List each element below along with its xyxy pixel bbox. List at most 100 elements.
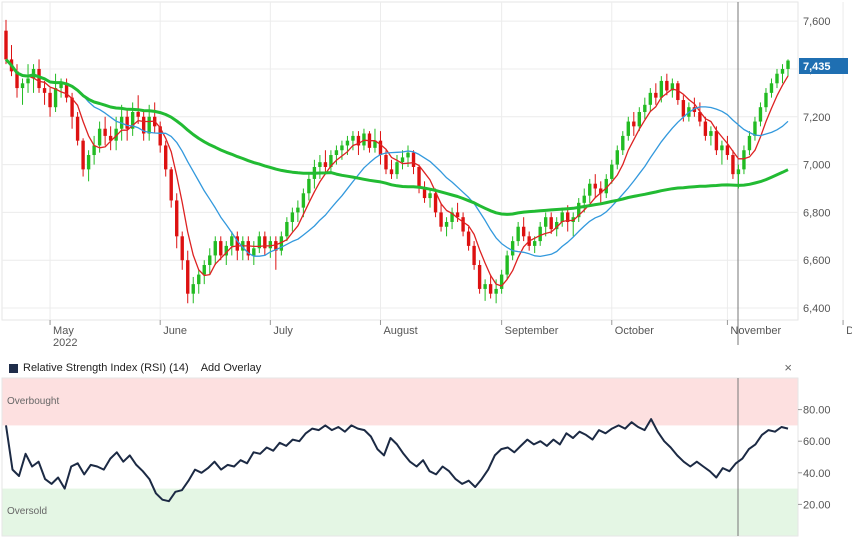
- rsi-chart: 80.00 60.00 40.00 20.00: [1, 377, 831, 537]
- candle-body: [505, 255, 509, 275]
- candle-body: [582, 195, 586, 203]
- candle-body: [169, 169, 173, 201]
- x-tick-label: June: [163, 325, 187, 337]
- candle-body: [714, 131, 719, 151]
- candle-body: [433, 193, 438, 213]
- candle-body: [703, 121, 708, 136]
- rsi-y-tick-label: 20.00: [803, 499, 831, 511]
- candle-body: [758, 107, 763, 122]
- candle-body: [362, 133, 366, 146]
- candle-body: [621, 135, 625, 151]
- candle-body: [725, 145, 730, 156]
- candle-body: [92, 145, 96, 156]
- rsi-y-tick-label: 80.00: [803, 405, 831, 417]
- candle-body: [417, 166, 421, 189]
- candle-body: [400, 157, 405, 163]
- candle-body: [175, 200, 179, 237]
- candle-body: [136, 111, 140, 117]
- candle-body: [461, 217, 465, 232]
- candle-body: [103, 128, 107, 136]
- candle-body: [444, 221, 449, 227]
- candle-body: [665, 80, 669, 91]
- candle-body: [615, 150, 619, 165]
- candle-body: [345, 140, 350, 146]
- candle-body: [351, 135, 355, 141]
- candle-body: [494, 288, 498, 294]
- candle-body: [560, 212, 564, 222]
- candle-body: [422, 188, 427, 199]
- candle-body: [769, 83, 774, 93]
- candle-body: [731, 155, 735, 175]
- candle-body: [593, 183, 597, 189]
- candle-body: [632, 121, 636, 127]
- rsi-y-axis: 80.00 60.00 40.00 20.00: [798, 405, 831, 511]
- candle-body: [543, 217, 548, 227]
- candle-body: [230, 236, 234, 246]
- candle-body: [334, 150, 339, 156]
- candle-body: [775, 73, 779, 84]
- candle-body: [786, 60, 790, 69]
- candle-body: [202, 265, 206, 275]
- candle-body: [659, 80, 664, 98]
- candle-body: [742, 150, 746, 170]
- rsi-y-tick-label: 40.00: [803, 468, 831, 480]
- overbought-zone: [2, 378, 798, 426]
- candle-body: [53, 88, 58, 108]
- candle-body: [180, 236, 184, 261]
- candle-body: [466, 231, 471, 246]
- price-y-tick-label: 7,600: [803, 16, 831, 28]
- price-chart: 7,6007,4007,2007,0006,8006,6006,400 May2…: [1, 1, 852, 349]
- price-y-tick-label: 6,800: [803, 207, 831, 219]
- candle-body: [538, 226, 542, 242]
- candle-body: [588, 183, 592, 196]
- candle-body: [720, 145, 724, 151]
- price-y-tick-label: 6,400: [803, 303, 831, 315]
- candle-body: [186, 260, 190, 294]
- candle-body: [290, 212, 295, 222]
- candle-body: [648, 92, 653, 105]
- price-y-tick-label: 6,600: [803, 255, 831, 267]
- price-x-axis: May2022 June July August September October Nov…: [49, 320, 852, 349]
- rsi-y-tick-label: 60.00: [803, 436, 831, 448]
- candle-body: [681, 100, 686, 117]
- x-tick-year-label: 2022: [53, 337, 77, 349]
- candle-body: [318, 162, 322, 167]
- candle-body: [378, 140, 383, 156]
- candle-body: [20, 83, 25, 89]
- candle-body: [340, 145, 344, 151]
- candle-body: [252, 248, 256, 256]
- price-plot-area: [1, 1, 799, 321]
- candle-body: [516, 226, 520, 242]
- candle-body: [428, 193, 432, 199]
- candle-body: [709, 131, 713, 136]
- candle-body: [499, 274, 504, 289]
- candle-body: [48, 92, 52, 108]
- candle-body: [268, 241, 273, 249]
- candle-body: [510, 241, 515, 256]
- candle-body: [477, 265, 482, 289]
- x-tick-label: May: [53, 325, 74, 337]
- oversold-zone: [2, 488, 798, 536]
- candle-body: [488, 284, 493, 294]
- candle-body: [384, 155, 388, 170]
- candle-body: [219, 241, 223, 256]
- candle-body: [472, 245, 476, 266]
- candle-body: [323, 162, 328, 167]
- candle-body: [637, 111, 642, 127]
- candle-body: [654, 92, 658, 98]
- candle-body: [191, 284, 195, 294]
- candle-body: [483, 284, 487, 289]
- x-tick-label: September: [505, 325, 559, 337]
- price-y-tick-label: 7,000: [803, 160, 831, 172]
- candle-body: [147, 116, 151, 134]
- candle-body: [86, 155, 91, 170]
- candle-body: [42, 88, 47, 93]
- oversold-label: Oversold: [7, 506, 48, 517]
- candle-body: [736, 169, 741, 175]
- candle-body: [549, 217, 553, 230]
- candle-body: [626, 121, 630, 136]
- x-tick-label: August: [383, 325, 417, 337]
- candle-body: [208, 255, 212, 266]
- overbought-label: Overbought: [7, 396, 60, 407]
- candle-body: [780, 68, 785, 74]
